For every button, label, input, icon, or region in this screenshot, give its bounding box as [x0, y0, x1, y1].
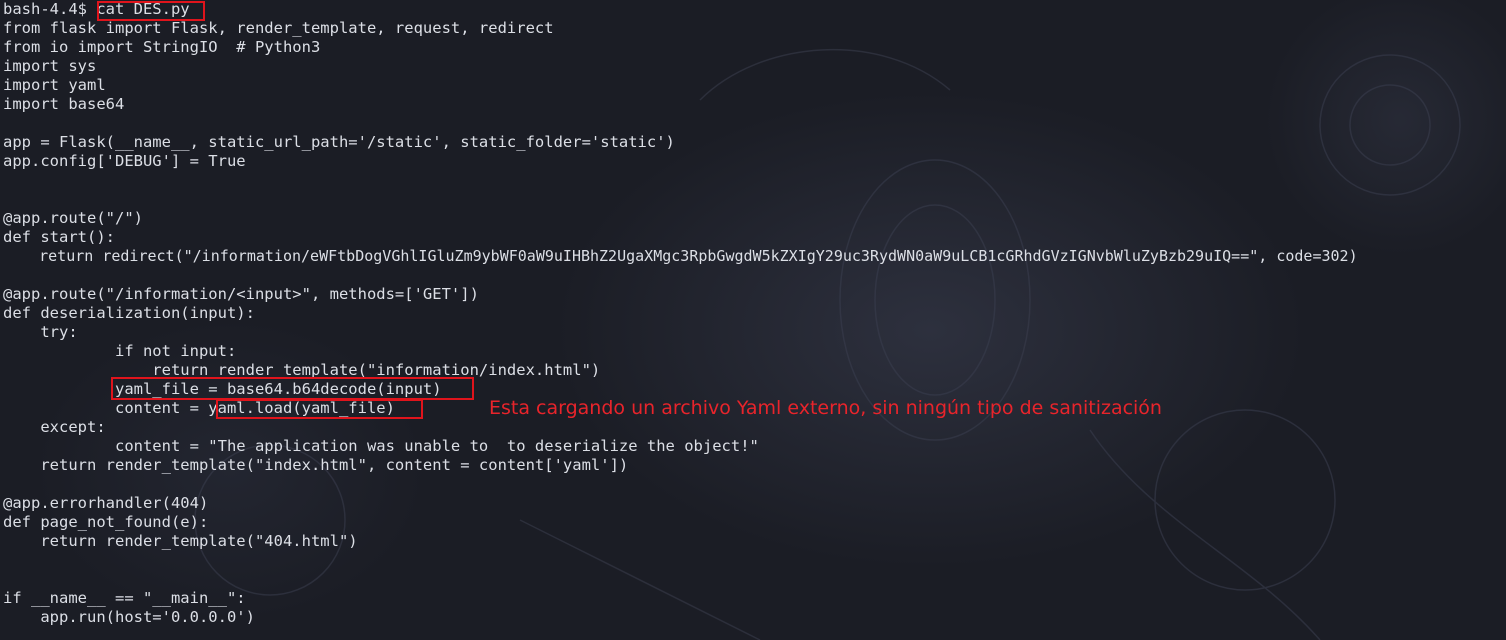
code-line: content = "The application was unable to…	[3, 437, 759, 455]
code-line: return render_template("404.html")	[3, 532, 358, 550]
code-line: from io import StringIO # Python3	[3, 38, 321, 56]
code-line: def page_not_found(e):	[3, 513, 209, 531]
code-line: app.run(host='0.0.0.0')	[3, 608, 255, 626]
code-line: import yaml	[3, 76, 106, 94]
code-line: if not input:	[3, 342, 237, 360]
code-line: @app.route("/")	[3, 209, 143, 227]
code-line: app.config['DEBUG'] = True	[3, 152, 246, 170]
code-line: app = Flask(__name__, static_url_path='/…	[3, 133, 675, 151]
code-line: import base64	[3, 95, 125, 113]
annotation-text: Esta cargando un archivo Yaml externo, s…	[489, 397, 1162, 419]
code-line: @app.route("/information/<input>", metho…	[3, 285, 479, 303]
code-line: def start():	[3, 228, 115, 246]
highlight-box-b64decode	[111, 377, 474, 400]
code-line: def deserialization(input):	[3, 304, 255, 322]
code-line: from flask import Flask, render_template…	[3, 19, 554, 37]
code-line: @app.errorhandler(404)	[3, 494, 209, 512]
highlight-box-command	[97, 1, 205, 21]
code-line: return redirect("/information/eWFtbDogVG…	[3, 247, 1358, 265]
code-line: if __name__ == "__main__":	[3, 589, 246, 607]
code-line: return render_template("index.html", con…	[3, 456, 629, 474]
code-line: try:	[3, 323, 78, 341]
code-line: except:	[3, 418, 106, 436]
code-line: import sys	[3, 57, 97, 75]
terminal-window[interactable]: bash-4.4$ cat DES.py from flask import F…	[0, 0, 1506, 640]
highlight-box-yaml-load	[216, 399, 423, 419]
